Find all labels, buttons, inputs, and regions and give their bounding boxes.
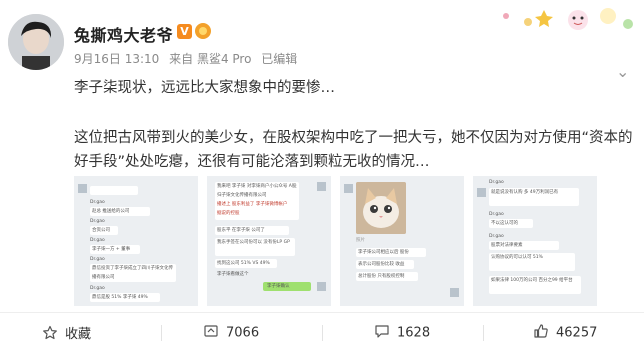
favorite-button[interactable]: 收藏 [42, 323, 91, 345]
chat-line: 股票对法律要素 [491, 243, 523, 248]
chat-line: Dr.gao [90, 286, 105, 291]
chat-line: Dr.gao [489, 234, 504, 239]
chat-line: 不以这认可的 [491, 221, 518, 226]
repost-count: 7066 [226, 325, 260, 341]
like-button[interactable]: 46257 [533, 323, 597, 343]
chat-line: 照片 [356, 238, 365, 243]
chat-line: Dr.gao [90, 200, 105, 205]
chat-line: 我东手签在公司份可以 没有份LP GP [217, 240, 290, 245]
chat-line: 归子柒文化传播有限公司 [217, 193, 267, 198]
chat-line: Dr.gao [489, 180, 504, 185]
chat-screenshot-image[interactable]: Dr.gao 就是说没有认购 多 49万利润已有 Dr.gao 不以这认可的 D… [473, 176, 597, 306]
post-text-paragraph: 这位把古风带到火的美少女，在股权架构中吃了一把大亏，她不仅因为对方使用“资本的好… [74, 130, 633, 170]
avatar[interactable] [8, 14, 64, 70]
chat-line: 我来吧 李子柒 对李柒商户小公众号 A股分摊股份 [217, 184, 297, 189]
chat-line: 李子柒一方 + 董事 [92, 247, 131, 252]
thumbs-up-icon [533, 323, 549, 343]
favorite-label: 收藏 [65, 327, 92, 342]
action-bar: 收藏 7066 1628 46257 [0, 312, 644, 352]
chat-line: 鼎信是股 51% 李子柒 49% [92, 295, 148, 300]
chat-line: 表示公司股份比较 收益 [358, 262, 405, 267]
comment-button[interactable]: 1628 [374, 323, 430, 343]
chat-line: Dr.gao [489, 212, 504, 217]
chat-line: 如果法律 100万的公司 百分之99 给平台 [491, 278, 573, 283]
edited-label[interactable]: 已编辑 [261, 52, 297, 66]
image-grid: Dr.gao 赵总 推送给的公司 Dr.gao 合资公司 Dr.gao 李子柒一… [74, 176, 598, 306]
chat-line: 李子柒确认 [267, 284, 290, 289]
post-source: 来自 黑鲨4 Pro [169, 52, 252, 66]
chat-line: Dr.gao [90, 257, 105, 262]
chat-line: 股东平 在李子柒 公司了 [217, 228, 265, 233]
chat-screenshot-image[interactable]: Dr.gao 赵总 推送给的公司 Dr.gao 合资公司 Dr.gao 李子柒一… [74, 176, 198, 306]
divider [483, 325, 484, 341]
chat-line: 据说的控股 [217, 211, 240, 216]
verified-badge: V [177, 24, 192, 39]
chat-line: 合资公司 [92, 228, 110, 233]
comment-icon [374, 323, 390, 343]
chat-screenshot-image[interactable]: 我来吧 李子柒 对李柒商户小公众号 A股分摊股份 归子柒文化传播有限公司 播述上… [207, 176, 331, 306]
chat-line: 赵总 推送给的公司 [92, 209, 130, 214]
chat-screenshot-image[interactable]: 照片 李子柒公司相应以后 股份 表示公司股份比较 收益 总计股份 只有股权控制 [340, 176, 464, 306]
chat-line: 鼎信投资了李子柒成立了四川子柒文化传播有限公司 [92, 266, 173, 280]
repost-icon [203, 323, 219, 343]
divider [322, 325, 323, 341]
divider [161, 325, 162, 341]
cat-photo-image[interactable] [356, 182, 406, 234]
post-date[interactable]: 9月16日 13:10 [74, 52, 159, 66]
vip-badge-icon [195, 23, 211, 39]
post-header: 兔撕鸡大老爷 V 9月16日 13:10 来自 黑鲨4 Pro 已编辑 ⌄ [0, 0, 644, 81]
chat-line: Dr.gao [90, 238, 105, 243]
star-icon [42, 325, 58, 345]
chat-line: 就是说没有认购 多 49万利润已有 [491, 190, 559, 195]
repost-button[interactable]: 7066 [203, 323, 259, 343]
chat-line: 总计股份 只有股权控制 [358, 274, 405, 279]
chat-line: 找到这公司 51% VS 49% [217, 261, 270, 266]
post-text-line1: 李子柒现状，远远比大家想象中的要惨… [74, 80, 335, 96]
like-count: 46257 [556, 325, 598, 341]
chat-line: Dr.gao [90, 219, 105, 224]
post-meta: 9月16日 13:10 来自 黑鲨4 Pro 已编辑 [74, 50, 303, 67]
comment-count: 1628 [397, 325, 431, 341]
chat-line: 认购协议的可以认可 51% [491, 255, 543, 260]
card-decoration-icon [478, 2, 644, 38]
author-name[interactable]: 兔撕鸡大老爷 [74, 22, 173, 46]
chat-line: 李子柒看做这个 [217, 272, 249, 277]
chat-line: 播述上 股东利益了 李子柒微博帐户 [217, 202, 288, 207]
chat-line: 李子柒公司相应以后 股份 [358, 250, 409, 255]
